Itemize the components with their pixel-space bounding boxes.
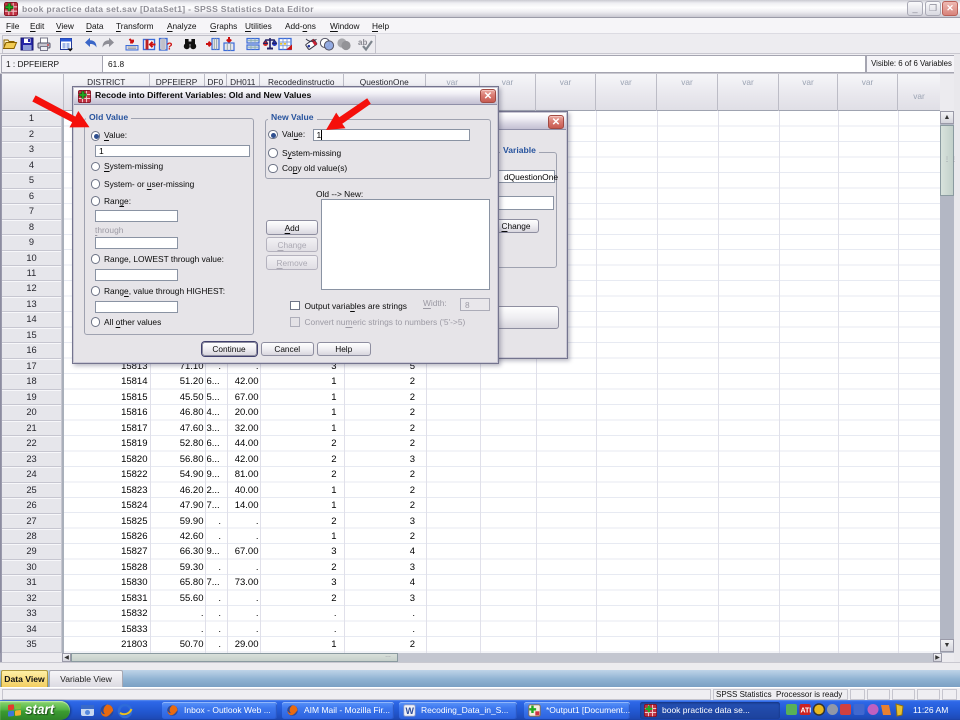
svg-text:W: W bbox=[405, 706, 414, 716]
svg-text:ATI: ATI bbox=[801, 708, 812, 715]
